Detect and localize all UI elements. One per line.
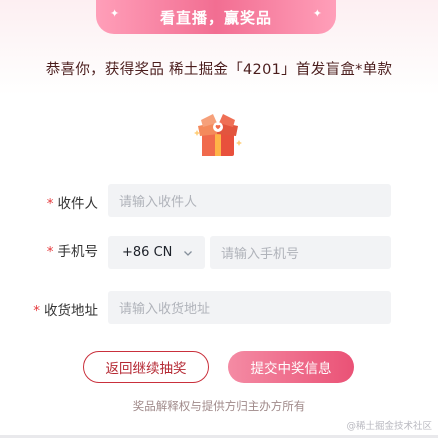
recipient-row: * 收件人 请输入收件人 (0, 184, 438, 218)
header-ribbon: ✦ 看直播，赢奖品 ✦ (96, 0, 336, 34)
required-mark: * (46, 244, 54, 260)
required-mark: * (46, 196, 54, 212)
country-code-select[interactable]: +86 CN (108, 236, 205, 269)
chevron-down-icon (184, 250, 192, 256)
back-to-lottery-button[interactable]: 返回继续抽奖 (83, 351, 209, 383)
watermark: @稀土掘金技术社区 (346, 421, 432, 432)
phone-row: * 手机号 +86 CN 请输入手机号 (0, 236, 438, 270)
recipient-input[interactable]: 请输入收件人 (108, 184, 391, 217)
country-code-value: +86 CN (122, 245, 173, 260)
recipient-label: * 收件人 (46, 196, 98, 212)
address-input[interactable]: 请输入收货地址 (108, 291, 391, 324)
ribbon-title: 看直播，赢奖品 (159, 8, 272, 27)
prize-message: 恭喜你，获得奖品 稀土掘金「4201」首发盲盒*单款 (45, 62, 393, 78)
prize-claim-dialog: ✦ 看直播，赢奖品 ✦ 恭喜你，获得奖品 稀土掘金「4201」首发盲盒*单款 *… (0, 0, 438, 438)
sparkle-icon: ✦ (312, 7, 322, 20)
submit-prize-info-button[interactable]: 提交中奖信息 (228, 351, 354, 383)
sparkle-icon: ✦ (110, 7, 120, 20)
rights-footnote: 奖品解释权与提供方归主办方所有 (132, 399, 306, 413)
required-mark: * (33, 303, 40, 319)
address-label: * 收货地址 (33, 303, 98, 319)
address-row: * 收货地址 请输入收货地址 (0, 291, 438, 325)
gift-box-icon (193, 112, 243, 158)
phone-input[interactable]: 请输入手机号 (210, 236, 391, 269)
phone-label: * 手机号 (46, 244, 98, 260)
